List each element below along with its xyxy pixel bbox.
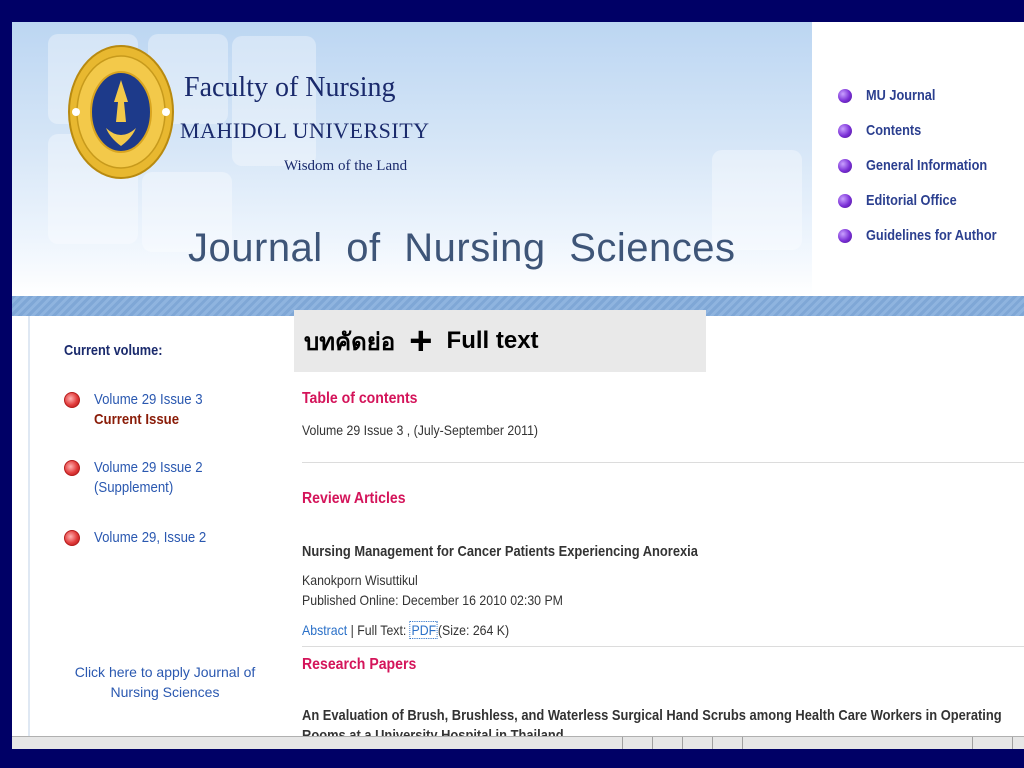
- nav-item-label: Contents: [866, 122, 922, 139]
- volume-info: Volume 29 Issue 3 , (July-September 2011…: [302, 422, 539, 438]
- article-author: Kanokporn Wisuttikul: [302, 572, 418, 588]
- thai-abstract-label: บทคัดย่อ: [304, 327, 396, 356]
- full-text-label: | Full Text:: [350, 622, 407, 638]
- nav-item-contents[interactable]: Contents: [838, 113, 1024, 148]
- main-content: บทคัดย่อ + Full text Table of contents V…: [288, 310, 1024, 740]
- faculty-name: Faculty of Nursing: [184, 72, 396, 103]
- journal-title: Journal of Nursing Sciences: [188, 226, 736, 270]
- top-navigation: MU Journal Contents General Information …: [838, 78, 1024, 253]
- sidebar-item-volume-29-issue-2[interactable]: Volume 29, Issue 2: [64, 528, 222, 548]
- nav-item-label: Editorial Office: [866, 192, 957, 209]
- research-papers-heading: Research Papers: [302, 656, 417, 673]
- abstract-fulltext-label: บทคัดย่อ + Full text: [294, 310, 706, 372]
- article-links: Abstract | Full Text: PDF (Size: 264 K): [302, 621, 510, 639]
- current-issue-label: Current Issue: [94, 411, 180, 428]
- volume-badge-icon: [64, 460, 80, 476]
- purple-bullet-icon: [838, 123, 852, 138]
- file-size: (Size: 264 K): [437, 622, 510, 638]
- purple-bullet-icon: [838, 88, 852, 103]
- purple-bullet-icon: [838, 228, 852, 243]
- university-name: MAHIDOL UNIVERSITY: [180, 118, 430, 143]
- volume-label: Volume 29 Issue 2: [94, 459, 203, 476]
- apply-journal-link[interactable]: Click here to apply Journal of Nursing S…: [60, 662, 270, 702]
- volume-label: Volume 29 Issue 3: [94, 391, 203, 408]
- nav-item-label: MU Journal: [866, 87, 936, 104]
- purple-bullet-icon: [838, 193, 852, 208]
- sidebar: Current volume: Volume 29 Issue 3 Curren…: [28, 316, 280, 740]
- sidebar-item-volume-29-issue-3[interactable]: Volume 29 Issue 3 Current Issue: [64, 390, 217, 430]
- divider: [302, 646, 1024, 647]
- university-motto: Wisdom of the Land: [284, 158, 408, 174]
- nav-item-editorial-office[interactable]: Editorial Office: [838, 183, 1024, 218]
- article-published-date: Published Online: December 16 2010 02:30…: [302, 592, 563, 608]
- mahidol-university-seal: [68, 45, 174, 179]
- abstract-link[interactable]: Abstract: [302, 622, 347, 638]
- nav-item-guidelines-for-author[interactable]: Guidelines for Author: [838, 218, 1024, 253]
- article-title[interactable]: Nursing Management for Cancer Patients E…: [302, 542, 1016, 562]
- purple-bullet-icon: [838, 158, 852, 173]
- volume-badge-icon: [64, 392, 80, 408]
- volume-sub-label: (Supplement): [94, 479, 174, 496]
- plus-icon: +: [409, 319, 433, 363]
- sidebar-item-volume-29-issue-2-supplement[interactable]: Volume 29 Issue 2 (Supplement): [64, 458, 217, 498]
- nav-item-general-information[interactable]: General Information: [838, 148, 1024, 183]
- review-articles-heading: Review Articles: [302, 490, 406, 507]
- volume-label: Volume 29, Issue 2: [94, 529, 207, 546]
- nav-item-label: Guidelines for Author: [866, 227, 997, 244]
- sidebar-title: Current volume:: [64, 342, 163, 359]
- nav-item-label: General Information: [866, 157, 988, 174]
- volume-badge-icon: [64, 530, 80, 546]
- pdf-link[interactable]: PDF: [409, 621, 438, 639]
- divider: [302, 462, 1024, 463]
- toc-heading: Table of contents: [302, 390, 418, 407]
- browser-status-bar: [12, 736, 1024, 749]
- nav-item-mu-journal[interactable]: MU Journal: [838, 78, 1024, 113]
- full-text-label: Full text: [446, 327, 539, 354]
- journal-header: Faculty of Nursing MAHIDOL UNIVERSITY Wi…: [12, 22, 812, 296]
- browser-page: Faculty of Nursing MAHIDOL UNIVERSITY Wi…: [12, 22, 1024, 740]
- article-title[interactable]: An Evaluation of Brush, Brushless, and W…: [302, 706, 1016, 740]
